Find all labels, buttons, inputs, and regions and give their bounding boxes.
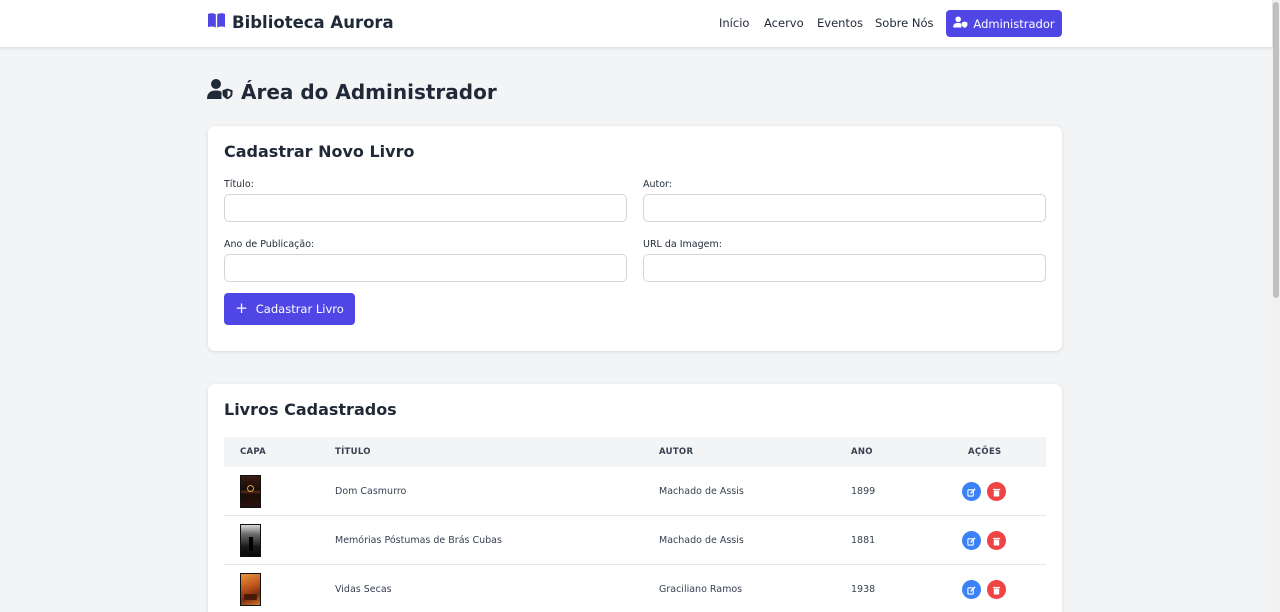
ano-input[interactable]	[224, 254, 627, 282]
page-title-text: Área do Administrador	[241, 79, 497, 104]
book-cover-image	[240, 524, 261, 557]
form-title: Cadastrar Novo Livro	[224, 142, 415, 161]
header-capa: CAPA	[240, 447, 267, 457]
register-book-button[interactable]: + Cadastrar Livro	[224, 293, 355, 325]
navbar: Biblioteca Aurora Início Acervo Eventos …	[0, 0, 1272, 47]
trash-icon	[992, 531, 1001, 550]
trash-icon	[992, 580, 1001, 599]
trash-icon	[992, 482, 1001, 501]
nav-link-sobre[interactable]: Sobre Nós	[875, 16, 933, 30]
scrollbar-thumb[interactable]	[1273, 2, 1279, 298]
ano-label: Ano de Publicação:	[224, 239, 315, 250]
book-year: 1938	[851, 584, 876, 595]
delete-button[interactable]	[987, 482, 1006, 501]
plus-icon: +	[235, 298, 248, 317]
url-label: URL da Imagem:	[643, 239, 722, 250]
titulo-input[interactable]	[224, 194, 627, 222]
table-header: CAPA TÍTULO AUTOR ANO AÇÕES	[224, 437, 1046, 467]
book-title: Dom Casmurro	[335, 486, 407, 497]
header-ano: ANO	[851, 447, 873, 457]
edit-button[interactable]	[962, 531, 981, 550]
edit-icon	[967, 580, 976, 599]
delete-button[interactable]	[987, 580, 1006, 599]
nav-link-inicio[interactable]: Início	[719, 16, 749, 30]
book-cover-image	[240, 475, 261, 508]
book-author: Machado de Assis	[659, 535, 744, 546]
table-row: Memórias Póstumas de Brás Cubas Machado …	[224, 516, 1046, 565]
brand-name: Biblioteca Aurora	[232, 13, 394, 32]
titulo-label: Título:	[224, 179, 254, 190]
user-shield-icon	[207, 78, 233, 105]
book-year: 1899	[851, 486, 876, 497]
header-autor: AUTOR	[659, 447, 694, 457]
header-acoes: AÇÕES	[968, 447, 1002, 457]
table-row: Dom Casmurro Machado de Assis 1899	[224, 467, 1046, 516]
admin-button-label: Administrador	[973, 16, 1055, 31]
register-book-card: Cadastrar Novo Livro Título: Autor: Ano …	[208, 126, 1062, 351]
books-list-card: Livros Cadastrados CAPA TÍTULO AUTOR ANO…	[208, 384, 1062, 612]
user-shield-icon	[953, 16, 968, 31]
autor-label: Autor:	[643, 179, 672, 190]
book-title: Vidas Secas	[335, 584, 392, 595]
book-author: Graciliano Ramos	[659, 584, 743, 595]
register-book-button-label: Cadastrar Livro	[255, 302, 344, 316]
autor-input[interactable]	[643, 194, 1046, 222]
scrollbar[interactable]	[1272, 0, 1280, 612]
table-row: Vidas Secas Graciliano Ramos 1938	[224, 565, 1046, 612]
nav-link-eventos[interactable]: Eventos	[817, 16, 863, 30]
brand[interactable]: Biblioteca Aurora	[207, 12, 394, 33]
admin-button[interactable]: Administrador	[946, 10, 1062, 37]
nav-link-acervo[interactable]: Acervo	[764, 16, 804, 30]
book-cover-image	[240, 573, 261, 606]
edit-button[interactable]	[962, 482, 981, 501]
list-title: Livros Cadastrados	[224, 400, 397, 419]
header-titulo: TÍTULO	[335, 447, 371, 457]
book-author: Machado de Assis	[659, 486, 744, 497]
edit-button[interactable]	[962, 580, 981, 599]
url-input[interactable]	[643, 254, 1046, 282]
edit-icon	[967, 531, 976, 550]
book-year: 1881	[851, 535, 876, 546]
book-title: Memórias Póstumas de Brás Cubas	[335, 535, 502, 546]
delete-button[interactable]	[987, 531, 1006, 550]
page-title: Área do Administrador	[207, 78, 497, 105]
edit-icon	[967, 482, 976, 501]
book-open-icon	[207, 12, 226, 33]
